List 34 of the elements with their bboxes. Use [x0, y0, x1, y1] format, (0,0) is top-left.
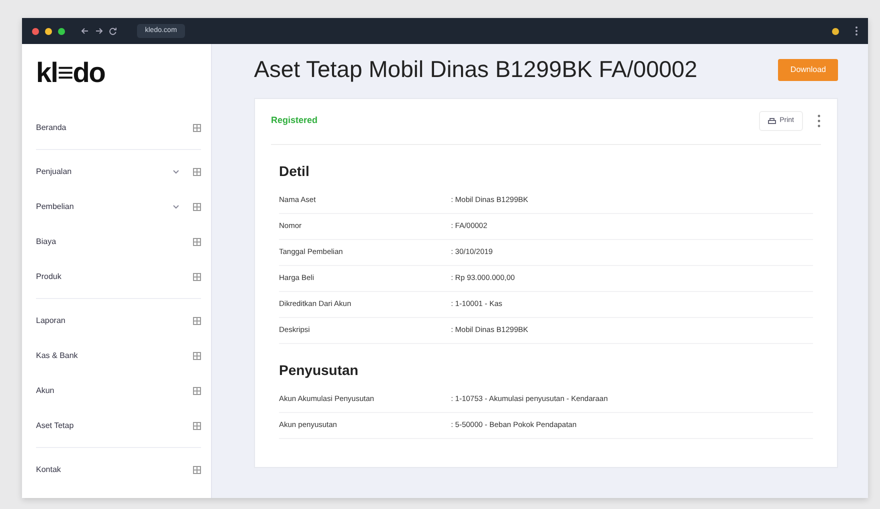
chevron-icon[interactable] [173, 204, 179, 208]
sidebar-item[interactable]: Kas & Bank [36, 350, 193, 362]
sidebar-item[interactable]: Laporan [36, 314, 193, 326]
page-title: Aset Tetap Mobil Dinas B1299BK FA/00002 [254, 56, 698, 84]
grid-icon [193, 466, 201, 474]
grid-icon [193, 124, 201, 132]
menu-icon[interactable] [855, 26, 858, 36]
status-label: Registered [271, 114, 319, 128]
grid-icon [193, 168, 201, 176]
grid-icon [193, 422, 201, 430]
grid-icon [193, 316, 201, 324]
extension-icon[interactable] [832, 28, 839, 34]
back-icon[interactable] [81, 27, 89, 35]
sidebar-item[interactable]: Aset Tetap [36, 420, 193, 432]
sidebar-item[interactable]: Produk [36, 270, 193, 282]
sidebar-item[interactable]: Akun [36, 384, 193, 396]
chevron-icon[interactable] [173, 170, 179, 174]
sidebar-item[interactable]: Kontak [36, 464, 193, 476]
sidebar-item[interactable]: Biaya [36, 236, 193, 248]
grid-icon [193, 352, 201, 360]
logo: kl≡do [36, 56, 106, 90]
reload-icon[interactable] [109, 27, 117, 35]
more-icon[interactable] [817, 114, 821, 128]
grid-icon [193, 386, 201, 394]
grid-icon [193, 202, 201, 210]
sidebar-item[interactable]: Beranda [36, 122, 193, 134]
grid-icon [193, 272, 201, 280]
section-heading: Detil [279, 162, 310, 181]
sidebar-item[interactable]: Pembelian [36, 200, 173, 212]
forward-icon[interactable] [95, 27, 103, 35]
printer-icon [768, 118, 776, 125]
section-heading: Penyusutan [279, 360, 360, 380]
grid-icon [193, 238, 201, 246]
sidebar-item[interactable]: Penjualan [36, 166, 173, 178]
